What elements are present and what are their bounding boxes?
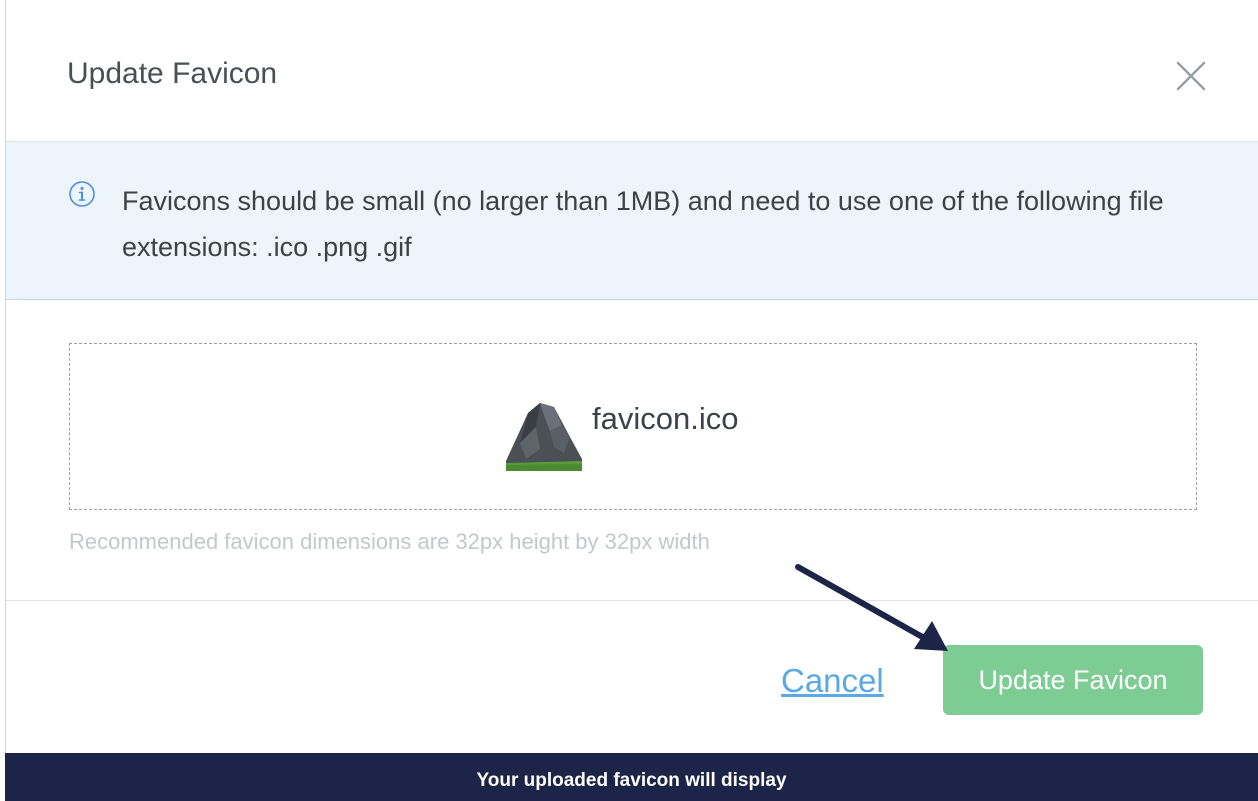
- selected-file: favicon.ico: [506, 396, 738, 471]
- arrow-annotation: [795, 564, 948, 651]
- info-icon: [69, 181, 95, 207]
- file-dropzone[interactable]: favicon.ico: [69, 343, 1197, 510]
- dimension-hint: Recommended favicon dimensions are 32px …: [69, 529, 710, 554]
- update-favicon-button[interactable]: Update Favicon: [943, 645, 1203, 715]
- update-favicon-dialog: Update Favicon Favicons should be small …: [5, 0, 1258, 753]
- info-banner: Favicons should be small (no larger than…: [6, 142, 1258, 300]
- info-message: Favicons should be small (no larger than…: [122, 186, 1164, 262]
- caption-bar: Your uploaded favicon will display: [5, 753, 1258, 801]
- file-name: favicon.ico: [592, 400, 739, 436]
- close-button[interactable]: [1173, 58, 1209, 94]
- dialog-title: Update Favicon: [67, 57, 278, 90]
- footer-divider: [6, 600, 1258, 601]
- cancel-button[interactable]: Cancel: [781, 661, 884, 701]
- close-icon: [1176, 61, 1206, 91]
- dialog-header: Update Favicon: [6, 0, 1258, 142]
- mountain-favicon-icon: [506, 402, 582, 471]
